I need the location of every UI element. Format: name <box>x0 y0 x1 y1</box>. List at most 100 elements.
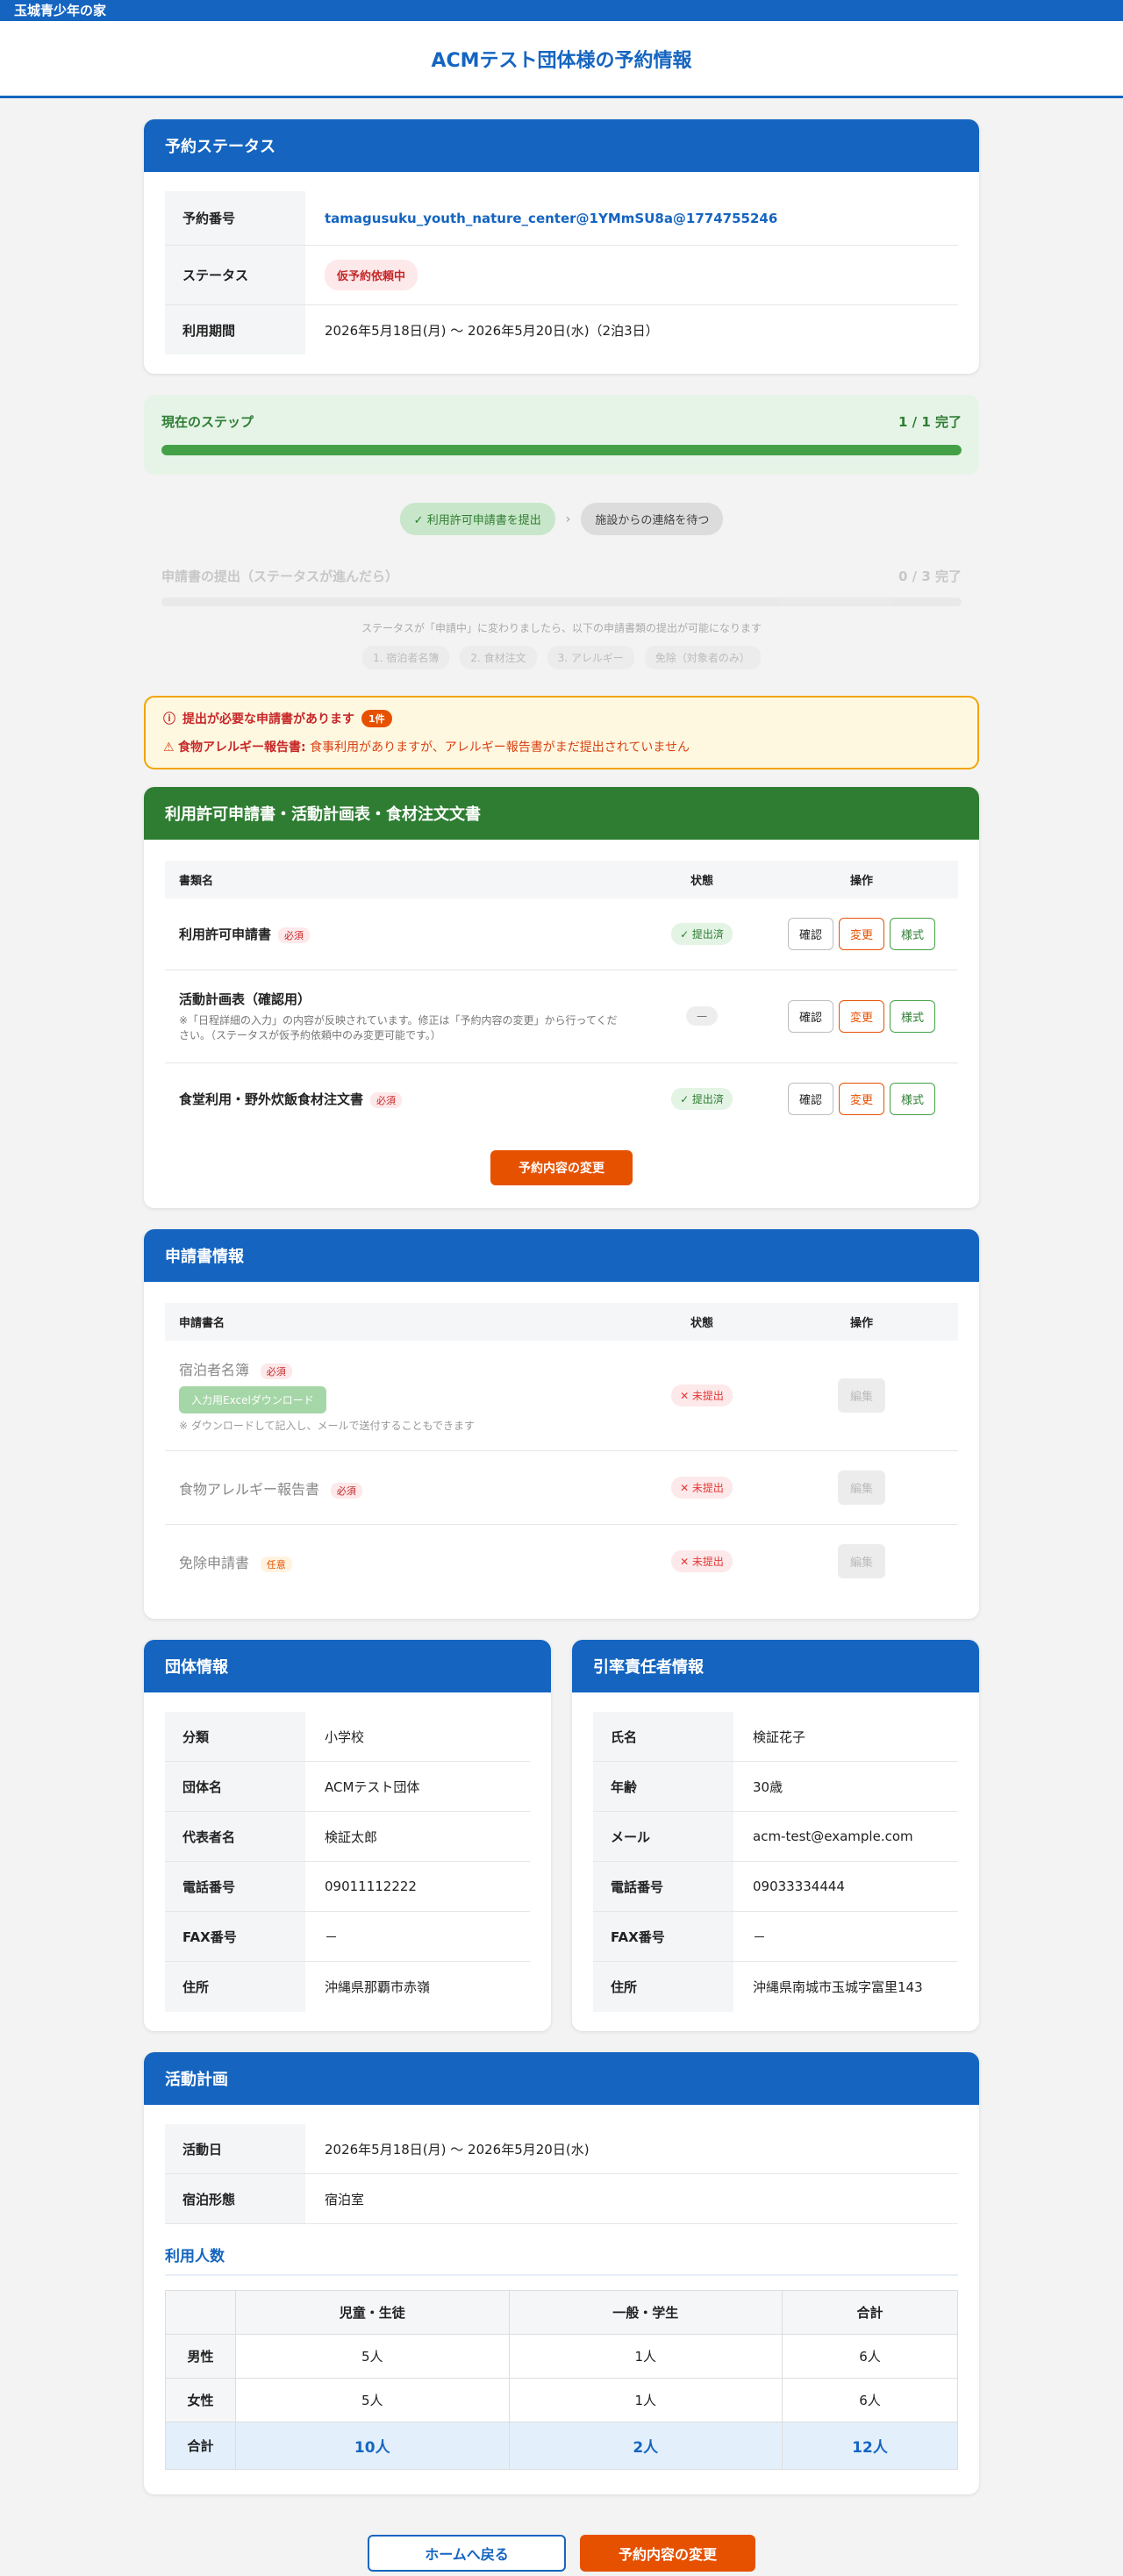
people-total-cell: 10人 <box>235 2422 510 2471</box>
doc-name: 活動計画表（確認用） <box>179 991 311 1007</box>
home-button[interactable]: ホームへ戻る <box>368 2535 566 2572</box>
forms-step-section: 申請書の提出（ステータスが進んだら） 0 / 3 完了 ステータスが「申請中」に… <box>144 567 979 669</box>
format-button[interactable]: 様式 <box>890 1082 936 1115</box>
group-info-card: 団体情報 分類 小学校 団体名 ACMテスト団体 代表者名 検証太郎 電話番号 0901… <box>144 1640 551 2032</box>
group-label: 住所 <box>165 1962 305 2013</box>
warning-icon: ⚠ <box>163 741 175 755</box>
plan-label: 活動日 <box>165 2124 305 2174</box>
confirm-button[interactable]: 確認 <box>787 918 833 950</box>
table-row: 免除申請書 任意 ✕ 未提出 編集 <box>165 1525 958 1599</box>
download-note: ※ ダウンロードして記入し、メールで送付することもできます <box>179 1419 476 1432</box>
reservation-status-title: 予約ステータス <box>144 119 979 172</box>
status-label: ステータス <box>165 246 305 304</box>
forms-step-item: 1. 宿泊者名簿 <box>362 646 450 669</box>
plan-value: 宿泊室 <box>325 2191 365 2207</box>
info-icon: ⓘ <box>163 712 175 726</box>
leader-row: メール acm-test@example.com <box>593 1812 958 1863</box>
group-value: 09011112222 <box>325 1878 417 1895</box>
step-pill-wait: 施設からの連絡を待つ <box>581 503 724 535</box>
status-row: ステータス 仮予約依頼中 <box>165 246 958 305</box>
reservation-no-value: tamagusuku_youth_nature_center@1YMmSU8a@… <box>325 210 778 226</box>
people-row-label: 合計 <box>165 2422 236 2471</box>
edit-button[interactable]: 編集 <box>837 1544 885 1579</box>
period-value: 2026年5月18日(月) 〜 2026年5月20日(水)（2泊3日） <box>325 322 659 339</box>
change-reservation-bottom-button[interactable]: 予約内容の変更 <box>580 2535 755 2572</box>
leader-label: メール <box>593 1812 733 1862</box>
table-row: 食物アレルギー報告書 必須 ✕ 未提出 編集 <box>165 1450 958 1526</box>
group-value: 沖縄県那覇市赤嶺 <box>325 1979 431 1996</box>
period-row: 利用期間 2026年5月18日(月) 〜 2026年5月20日(水)（2泊3日） <box>165 305 958 354</box>
leader-label: 住所 <box>593 1962 733 2013</box>
people-cell: 5人 <box>235 2334 510 2379</box>
leader-value: acm-test@example.com <box>753 1828 913 1845</box>
people-count-title: 利用人数 <box>165 2243 958 2277</box>
table-row: 宿泊者名簿 必須 入力用Excelダウンロード ※ ダウンロードして記入し、メー… <box>165 1340 958 1452</box>
leader-label: 電話番号 <box>593 1862 733 1912</box>
application-forms-header: 申請書情報 <box>144 1228 979 1282</box>
period-label: 利用期間 <box>165 305 305 354</box>
required-badge: 必須 <box>260 1363 292 1379</box>
form-name: 宿泊者名簿 <box>179 1361 250 1378</box>
people-row-label: 女性 <box>165 2378 236 2423</box>
change-button[interactable]: 変更 <box>838 1082 884 1115</box>
group-row: 電話番号 09011112222 <box>165 1862 530 1913</box>
col-ops: 操作 <box>765 1302 958 1341</box>
change-button[interactable]: 変更 <box>838 918 884 950</box>
group-value: 検証太郎 <box>325 1828 378 1845</box>
confirm-button[interactable]: 確認 <box>787 999 833 1033</box>
edit-button[interactable]: 編集 <box>837 1470 885 1506</box>
people-col-header: 合計 <box>782 2290 958 2336</box>
group-label: 代表者名 <box>165 1812 305 1862</box>
application-forms-title: 申請書情報 <box>165 1247 244 1266</box>
excel-download-button[interactable]: 入力用Excelダウンロード <box>179 1385 326 1413</box>
people-row-label: 男性 <box>165 2334 236 2379</box>
people-cell: 1人 <box>508 2334 783 2379</box>
confirm-button[interactable]: 確認 <box>787 1082 833 1115</box>
status-not-submitted-badge: ✕ 未提出 <box>671 1384 733 1406</box>
change-button[interactable]: 変更 <box>838 999 884 1033</box>
leader-row: 氏名 検証花子 <box>593 1712 958 1763</box>
group-label: 団体名 <box>165 1762 305 1812</box>
status-submitted-badge: ✓ 提出済 <box>671 923 733 945</box>
alert-item-name: 食物アレルギー報告書: <box>178 741 306 755</box>
leader-label: 氏名 <box>593 1712 733 1762</box>
people-cell: 6人 <box>782 2334 958 2379</box>
group-info-title: 団体情報 <box>144 1640 551 1693</box>
forms-step-item: 3. アレルギー <box>547 646 634 669</box>
application-forms-card: 申請書情報 申請書名 状態 操作 宿泊者名簿 必須 入力用Excelダウンロード… <box>144 1228 979 1620</box>
status-not-submitted-badge: ✕ 未提出 <box>671 1477 733 1499</box>
format-button[interactable]: 様式 <box>890 999 936 1033</box>
group-value: － <box>325 1928 339 1945</box>
alert-item: ⚠ 食物アレルギー報告書: 食事利用がありますが、アレルギー報告書がまだ提出され… <box>163 738 960 755</box>
alert-item-message: 食事利用がありますが、アレルギー報告書がまだ提出されていません <box>305 741 690 755</box>
group-row: 代表者名 検証太郎 <box>165 1812 530 1863</box>
table-row: 男性 5人 1人 6人 <box>165 2334 958 2379</box>
form-name: 食物アレルギー報告書 <box>179 1480 320 1498</box>
plan-value: 2026年5月18日(月) 〜 2026年5月20日(水) <box>325 2141 590 2157</box>
optional-badge: 任意 <box>260 1556 292 1572</box>
required-forms-alert: ⓘ 提出が必要な申請書があります 1件 ⚠ 食物アレルギー報告書: 食事利用があ… <box>144 696 979 769</box>
people-col-header: 児童・生徒 <box>235 2290 510 2336</box>
step-pills: ✓ 利用許可申請書を提出 › 施設からの連絡を待つ <box>144 503 979 535</box>
permit-documents-card: 利用許可申請書・活動計画表・食材注文文書 書類名 状態 操作 利用許可申請書 必須… <box>144 787 979 1208</box>
change-reservation-button[interactable]: 予約内容の変更 <box>490 1149 633 1185</box>
alert-title: 提出が必要な申請書があります <box>182 712 354 726</box>
format-button[interactable]: 様式 <box>890 918 936 950</box>
group-row: 団体名 ACMテスト団体 <box>165 1762 530 1813</box>
current-step-box: 現在のステップ 1 / 1 完了 <box>144 395 979 475</box>
people-col-header <box>165 2290 236 2336</box>
people-total-cell: 2人 <box>508 2422 783 2471</box>
group-row: FAX番号 － <box>165 1912 530 1963</box>
status-not-submitted-badge: ✕ 未提出 <box>671 1550 733 1573</box>
people-cell: 6人 <box>782 2378 958 2423</box>
people-total-cell: 12人 <box>782 2422 958 2471</box>
leader-row: FAX番号 － <box>593 1912 958 1963</box>
leader-label: 年齢 <box>593 1762 733 1812</box>
people-count-table: 児童・生徒 一般・学生 合計 男性 5人 1人 6人 女性 5人 1人 6人 合… <box>165 2290 958 2471</box>
edit-button[interactable]: 編集 <box>837 1377 885 1413</box>
leader-value: 30歳 <box>753 1778 783 1795</box>
alert-count-badge: 1件 <box>361 710 392 727</box>
group-value: 小学校 <box>325 1728 365 1745</box>
group-label: FAX番号 <box>165 1912 305 1962</box>
table-row: 活動計画表（確認用） ※「日程詳細の入力」の内容が反映されています。修正は「予約内… <box>165 970 958 1063</box>
